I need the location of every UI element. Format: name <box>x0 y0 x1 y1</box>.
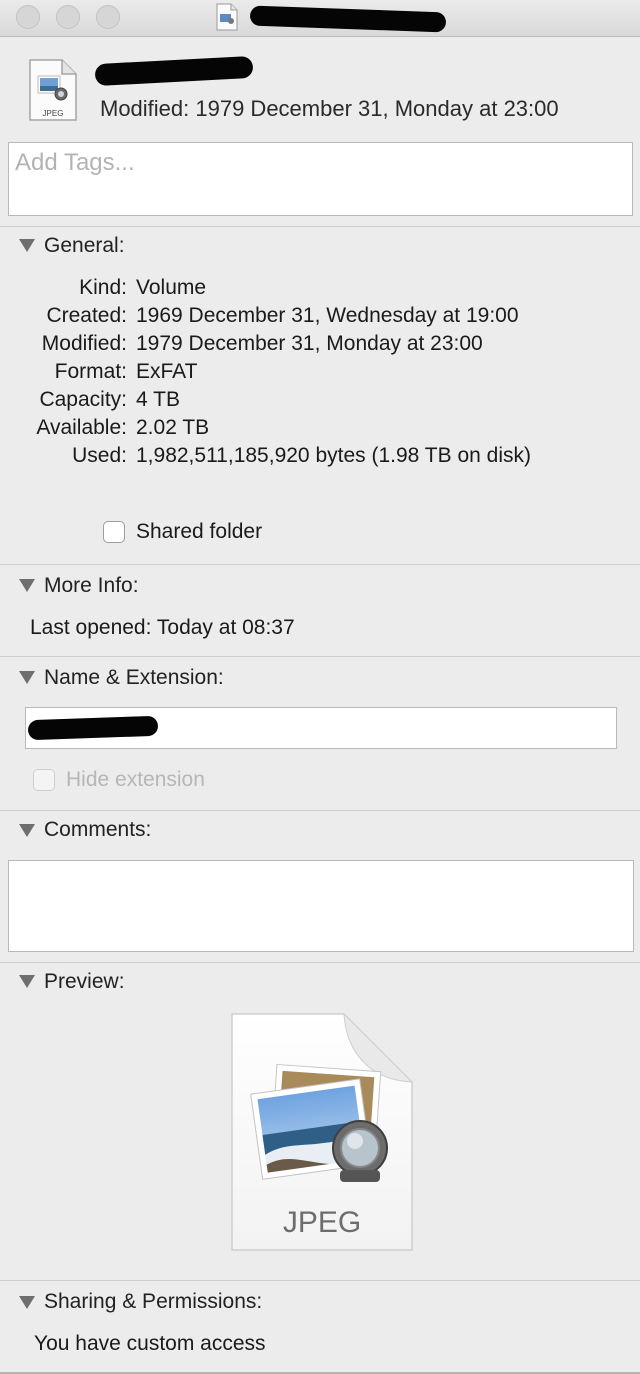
disclosure-triangle-icon[interactable] <box>19 1296 35 1309</box>
comments-field[interactable] <box>8 860 634 952</box>
capacity-value: 4 TB <box>136 388 180 411</box>
section-title-sharing-permissions[interactable]: Sharing & Permissions: <box>44 1290 262 1314</box>
kind-label: Kind: <box>79 276 127 299</box>
hide-extension-checkbox[interactable] <box>33 769 55 791</box>
used-label: Used: <box>72 444 127 467</box>
name-field[interactable] <box>25 707 617 749</box>
section-title-general[interactable]: General: <box>44 234 125 258</box>
section-title-comments[interactable]: Comments: <box>44 818 151 842</box>
section-title-name-extension[interactable]: Name & Extension: <box>44 666 224 690</box>
kind-value: Volume <box>136 276 207 299</box>
disclosure-triangle-icon[interactable] <box>19 671 35 684</box>
format-label: Format: <box>54 360 127 383</box>
disclosure-triangle-icon[interactable] <box>19 239 35 252</box>
close-window-button[interactable] <box>16 5 40 29</box>
section-title-more-info[interactable]: More Info: <box>44 574 139 598</box>
last-opened: Last opened: Today at 08:37 <box>30 616 295 639</box>
preview-type-label: JPEG <box>283 1206 361 1239</box>
disclosure-triangle-icon[interactable] <box>19 579 35 592</box>
disclosure-triangle-icon[interactable] <box>19 824 35 837</box>
section-title-preview[interactable]: Preview: <box>44 970 125 994</box>
tags-field[interactable]: Add Tags... <box>8 142 633 216</box>
zoom-window-button[interactable] <box>96 5 120 29</box>
minimize-window-button[interactable] <box>56 5 80 29</box>
created-value: 1969 December 31, Wednesday at 19:00 <box>136 304 519 327</box>
shared-folder-checkbox[interactable] <box>103 521 125 543</box>
shared-folder-label[interactable]: Shared folder <box>136 520 262 544</box>
capacity-label: Capacity: <box>39 388 127 411</box>
divider <box>0 226 640 227</box>
available-label: Available: <box>36 416 127 439</box>
hide-extension-label[interactable]: Hide extension <box>66 768 205 792</box>
jpeg-file-icon: JPEG <box>29 59 77 121</box>
redacted-file-name <box>94 55 254 87</box>
divider <box>0 962 640 963</box>
redacted-name-value <box>27 715 159 741</box>
divider <box>0 656 640 657</box>
title-bar <box>0 0 640 37</box>
disclosure-triangle-icon[interactable] <box>19 975 35 988</box>
access-text: You have custom access <box>34 1332 266 1355</box>
tags-placeholder: Add Tags... <box>15 149 135 176</box>
format-value: ExFAT <box>136 360 198 383</box>
available-value: 2.02 TB <box>136 416 210 439</box>
icon-caption: JPEG <box>43 109 64 118</box>
modified-value: 1979 December 31, Monday at 23:00 <box>136 332 483 355</box>
created-label: Created: <box>46 304 127 327</box>
divider <box>0 810 640 811</box>
jpeg-preview-icon: JPEG <box>231 1012 414 1251</box>
header-modified-date: Modified: 1979 December 31, Monday at 23… <box>100 96 559 121</box>
redacted-window-title <box>249 5 447 33</box>
modified-label: Modified: <box>41 332 127 355</box>
divider <box>0 564 640 565</box>
used-value: 1,982,511,185,920 bytes (1.98 TB on disk… <box>136 444 531 467</box>
jpeg-file-icon <box>216 3 238 31</box>
divider <box>0 1280 640 1281</box>
